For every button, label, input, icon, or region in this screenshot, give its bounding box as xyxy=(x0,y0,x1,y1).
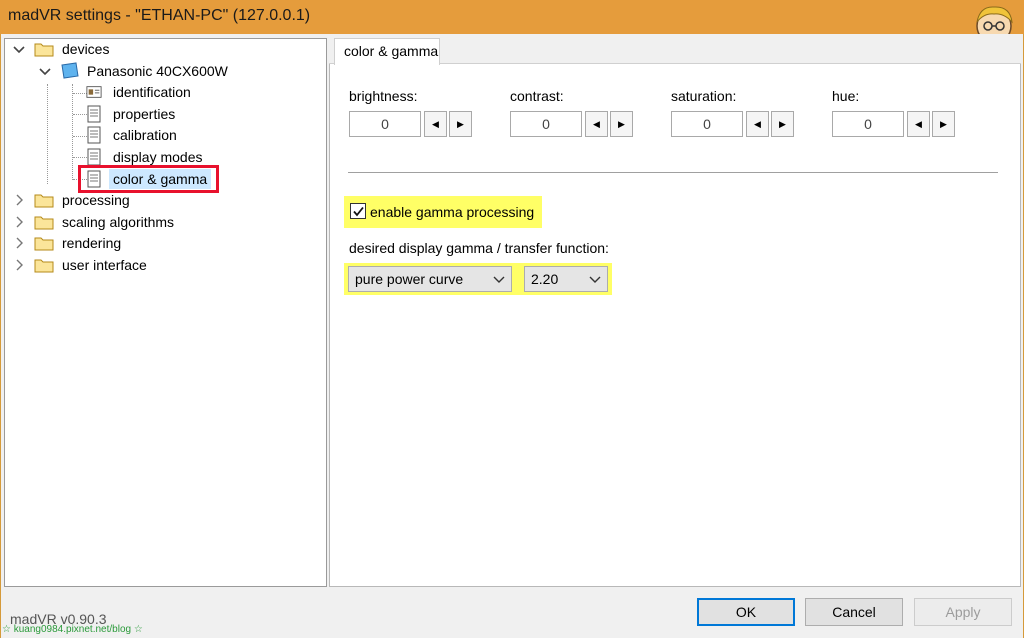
enable-gamma-label[interactable]: enable gamma processing xyxy=(370,204,534,220)
saturation-label: saturation: xyxy=(671,88,737,104)
contrast-label: contrast: xyxy=(510,88,564,104)
tree-item-label: rendering xyxy=(62,235,122,251)
title-bar: madVR settings - "ETHAN-PC" (127.0.0.1) xyxy=(0,0,1024,34)
folder-icon xyxy=(34,194,54,208)
contrast-decrease-button[interactable]: ◀ xyxy=(585,111,608,137)
brightness-increase-button[interactable]: ▶ xyxy=(449,111,472,137)
tree-item-label: properties xyxy=(113,106,176,122)
selection-highlight-box xyxy=(78,165,219,193)
hue-decrease-button[interactable]: ◀ xyxy=(907,111,930,137)
monitor-icon xyxy=(61,62,79,79)
tree-connector xyxy=(72,84,73,180)
chevron-right-icon[interactable] xyxy=(12,255,26,275)
tree-item-calibration[interactable]: calibration xyxy=(86,125,216,145)
tree-connector xyxy=(73,157,87,158)
contrast-input[interactable]: 0 xyxy=(510,111,582,137)
hue-input[interactable]: 0 xyxy=(832,111,904,137)
checkmark-icon xyxy=(353,206,364,217)
separator xyxy=(348,172,998,174)
folder-icon xyxy=(34,43,54,57)
tree-connector xyxy=(47,84,48,184)
contrast-increase-button[interactable]: ▶ xyxy=(610,111,633,137)
chevron-down-icon xyxy=(493,276,505,283)
tree-item-scaling-algorithms[interactable]: scaling algorithms xyxy=(10,212,210,232)
tree-item-label: calibration xyxy=(113,127,177,143)
cancel-button[interactable]: Cancel xyxy=(805,598,903,626)
tree-item-device[interactable]: Panasonic 40CX600W xyxy=(36,61,246,81)
id-card-icon xyxy=(86,86,102,98)
tree-item-label: user interface xyxy=(62,257,147,273)
brightness-decrease-button[interactable]: ◀ xyxy=(424,111,447,137)
tree-item-properties[interactable]: properties xyxy=(86,104,216,124)
gamma-function-label: desired display gamma / transfer functio… xyxy=(349,240,609,256)
chevron-right-icon[interactable] xyxy=(12,233,26,253)
folder-icon xyxy=(34,216,54,230)
tree-item-processing[interactable]: processing xyxy=(10,190,210,210)
tree-item-label: devices xyxy=(62,41,110,57)
gamma-value-select[interactable]: 2.20 xyxy=(524,266,608,292)
hue-label: hue: xyxy=(832,88,860,104)
hue-increase-button[interactable]: ▶ xyxy=(932,111,955,137)
gamma-value: 2.20 xyxy=(531,271,559,287)
gamma-curve-value: pure power curve xyxy=(355,271,464,287)
saturation-input[interactable]: 0 xyxy=(671,111,743,137)
folder-icon xyxy=(34,237,54,251)
tab-color-gamma[interactable]: color & gamma xyxy=(334,38,440,65)
ok-button[interactable]: OK xyxy=(697,598,795,626)
chevron-down-icon[interactable] xyxy=(12,39,26,59)
tree-connector xyxy=(73,114,87,115)
tree-item-label: scaling algorithms xyxy=(62,214,175,230)
tree-item-label: display modes xyxy=(113,149,203,165)
watermark-text: ☆ kuang0984.pixnet.net/blog ☆ xyxy=(2,624,143,635)
saturation-increase-button[interactable]: ▶ xyxy=(771,111,794,137)
tree-connector xyxy=(73,136,87,137)
brightness-label: brightness: xyxy=(349,88,418,104)
tree-item-identification[interactable]: identification xyxy=(86,82,216,102)
apply-button[interactable]: Apply xyxy=(914,598,1012,626)
chevron-down-icon xyxy=(589,276,601,283)
folder-icon xyxy=(34,259,54,273)
enable-gamma-checkbox[interactable] xyxy=(350,203,366,219)
gamma-curve-select[interactable]: pure power curve xyxy=(348,266,512,292)
document-icon xyxy=(87,126,101,144)
chevron-down-icon[interactable] xyxy=(38,61,52,81)
tree-connector xyxy=(73,93,87,94)
window-title: madVR settings - "ETHAN-PC" (127.0.0.1) xyxy=(8,7,311,24)
tab-label: color & gamma xyxy=(344,43,439,59)
tree-item-label: Panasonic 40CX600W xyxy=(87,63,228,79)
tree-item-label: identification xyxy=(113,84,191,100)
tree-item-label: processing xyxy=(62,192,130,208)
document-icon xyxy=(87,148,101,166)
document-icon xyxy=(87,105,101,123)
tree-item-rendering[interactable]: rendering xyxy=(10,233,210,253)
chevron-right-icon[interactable] xyxy=(12,190,26,210)
tree-item-devices[interactable]: devices xyxy=(10,39,210,59)
tree-item-user-interface[interactable]: user interface xyxy=(10,255,210,275)
saturation-decrease-button[interactable]: ◀ xyxy=(746,111,769,137)
chevron-right-icon[interactable] xyxy=(12,212,26,232)
tree-item-display-modes[interactable]: display modes xyxy=(86,147,216,167)
brightness-input[interactable]: 0 xyxy=(349,111,421,137)
